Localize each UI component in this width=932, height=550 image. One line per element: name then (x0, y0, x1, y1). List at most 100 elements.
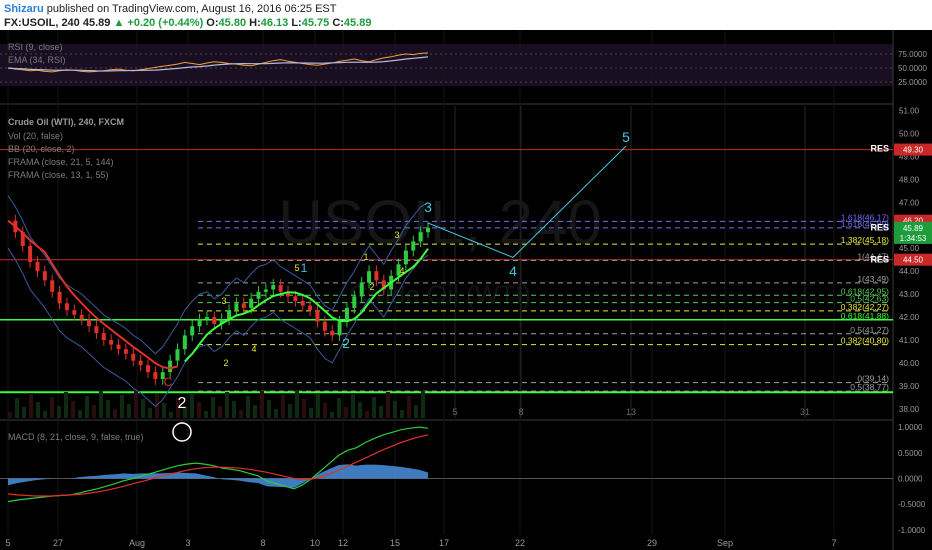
volume-bar (211, 397, 215, 418)
candle-body (109, 340, 114, 345)
candle-body (138, 360, 143, 366)
volume-bar (316, 394, 320, 418)
rsi-axis-label: 75.0000 (898, 50, 927, 59)
volume-bar (64, 392, 68, 418)
candle-body (403, 250, 408, 265)
volume-bar (407, 396, 411, 418)
candle-body (426, 227, 430, 233)
candle-body (300, 301, 305, 306)
volume-bar (50, 397, 54, 418)
candle-body (94, 326, 99, 334)
candle-body (278, 284, 283, 292)
volume-bar (92, 405, 96, 418)
wave-label: 4 (399, 266, 404, 276)
volume-bar (232, 401, 236, 418)
frama1-indicator[interactable]: FRAMA (close, 21, 5, 144) (8, 157, 114, 167)
res-label: RES (870, 143, 889, 153)
candle-body (234, 303, 239, 311)
volume-bar (113, 409, 117, 418)
fib-level-label: 0.5(38.77) (850, 382, 889, 392)
wave-label: 1 (301, 261, 308, 275)
fib-level-label: 0.5(41.27) (850, 325, 889, 335)
price-badge-label: 44.50 (903, 256, 924, 265)
wave-label: C (164, 375, 173, 389)
x-tick-label: Sep (717, 538, 733, 548)
volume-bar (260, 391, 264, 418)
x-tick-label: 29 (647, 538, 657, 548)
candle-body (352, 296, 357, 308)
candle-body (42, 271, 47, 281)
volume-bar (309, 408, 313, 418)
volume-bar (295, 390, 299, 418)
candle-body (175, 349, 180, 361)
rsi-axis-label: 25.0000 (898, 78, 927, 87)
volume-bar (288, 404, 292, 418)
rsi-title[interactable]: RSI (9, close) (8, 42, 63, 52)
volume-bar (225, 392, 229, 418)
candle-body (322, 321, 327, 331)
volume-bar (274, 409, 278, 418)
candle-body (241, 303, 246, 308)
candle-body (182, 335, 187, 350)
candle-body (330, 330, 335, 336)
macd-title[interactable]: MACD (8, 21, close, 9, false, true) (8, 432, 144, 442)
candle-body (411, 241, 416, 251)
chart-canvas[interactable]: 5 8 13 31USOIL, 240Crude Oil (WTI)1.618(46.… (0, 30, 932, 550)
candle-body (212, 317, 217, 324)
volume-bar (162, 403, 166, 418)
volume-bar (351, 393, 355, 418)
candle-body (35, 262, 40, 272)
bb-indicator[interactable]: BB (20, close, 2) (8, 144, 75, 154)
open-value: 45.80 (218, 17, 247, 29)
candle-body (190, 326, 195, 336)
candle-body (116, 344, 121, 350)
volume-bar (344, 407, 348, 418)
volume-bar (204, 411, 208, 418)
candle-body (204, 317, 209, 320)
vol-indicator[interactable]: Vol (20, false) (8, 131, 63, 141)
low-value: 45.75 (301, 17, 330, 29)
price-change: ▲ +0.20 (+0.44%) (113, 17, 204, 29)
volume-bar (393, 401, 397, 418)
rsi-ema-title[interactable]: EMA (34, RSI) (8, 55, 66, 65)
volume-bar (358, 402, 362, 418)
candle-body (344, 307, 349, 322)
price-axis-label: 48.00 (899, 175, 920, 184)
price-axis-label: 41.00 (899, 336, 920, 345)
x-tick-label: 8 (260, 538, 265, 548)
date-marker-label: 8 (518, 407, 523, 417)
main-title[interactable]: Crude Oil (WTI), 240, FXCM (8, 117, 124, 127)
frama2-indicator[interactable]: FRAMA (close, 13, 1, 55) (8, 170, 109, 180)
volume-bar (302, 399, 306, 418)
candle-body (367, 271, 372, 283)
candle-body (101, 333, 106, 340)
date-marker-label: 5 (452, 407, 457, 417)
author-link[interactable]: Shizaru (4, 3, 44, 15)
volume-bar (400, 410, 404, 418)
candle-body (418, 232, 423, 242)
price-axis-label: 51.00 (899, 107, 920, 116)
candle-body (256, 291, 261, 299)
candle-body (359, 282, 364, 297)
candle-body (131, 353, 136, 361)
price-axis-label: 42.00 (899, 313, 920, 322)
volume-bar (22, 407, 26, 418)
fib-level-label: 1(43.49) (857, 274, 889, 284)
publish-info: published on TradingView.com, August 16,… (46, 3, 337, 15)
wave-label: 3 (424, 199, 432, 215)
wave-label: 5 (622, 129, 630, 145)
date-marker-label: 13 (626, 407, 636, 417)
wave-label: 3 (221, 296, 226, 306)
candle-body (293, 296, 298, 301)
wave-label: 2 (369, 282, 374, 292)
price-axis-label: 43.00 (899, 290, 920, 299)
candle-body (146, 365, 150, 373)
volume-bar (365, 411, 369, 418)
volume-bar (57, 406, 61, 418)
candle-body (308, 305, 313, 311)
volume-bar (134, 390, 138, 418)
volume-bar (43, 411, 47, 418)
volume-bar (372, 397, 376, 418)
symbol-label[interactable]: FX:USOIL, 240 (4, 17, 80, 29)
x-tick-label: 12 (338, 538, 348, 548)
